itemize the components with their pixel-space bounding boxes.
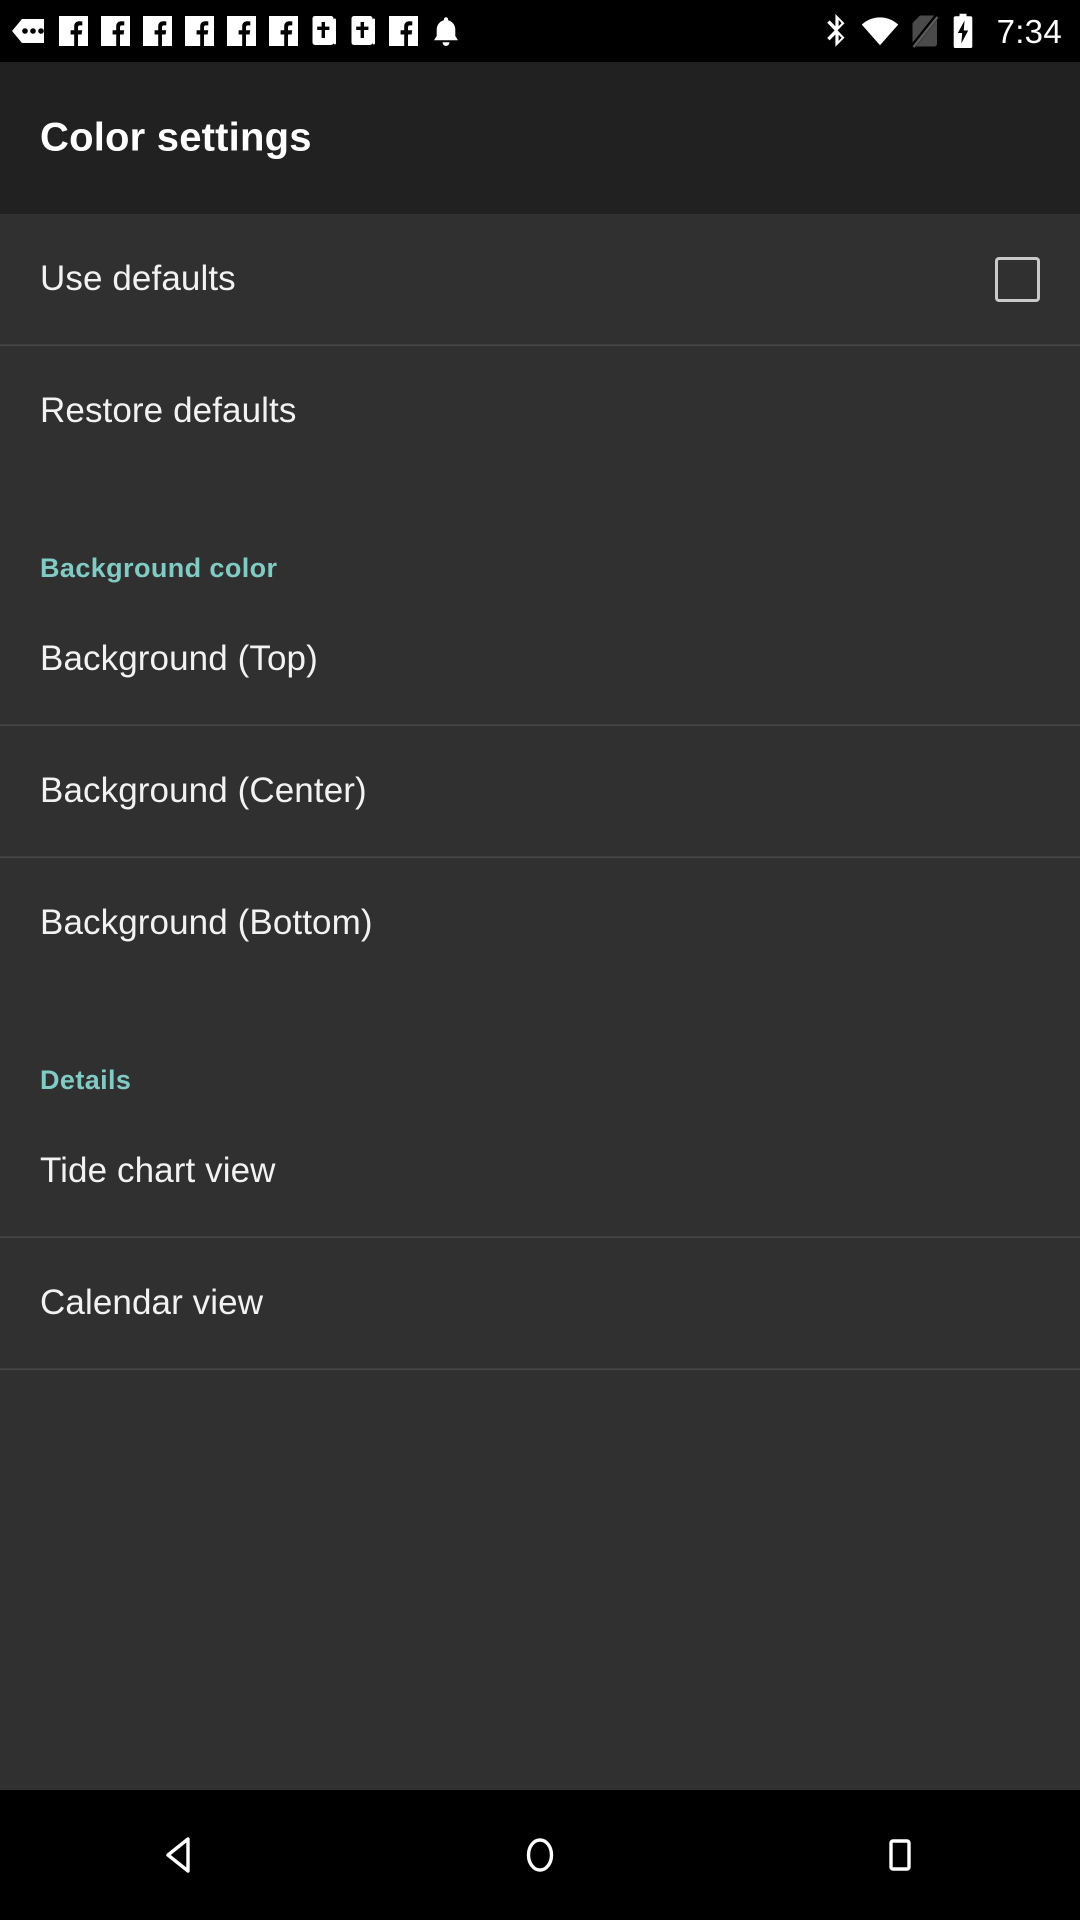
status-bar: 7:34 — [0, 0, 1080, 62]
facebook-icon — [143, 16, 172, 46]
battery-charging-icon — [953, 13, 972, 49]
section-header-details: Details — [0, 988, 1080, 1106]
list-item-label: Tide chart view — [40, 1151, 276, 1190]
list-divider — [0, 1368, 1080, 1370]
facebook-icon — [59, 16, 88, 46]
section-header-background-color: Background color — [0, 476, 1080, 594]
page-title: Color settings — [40, 115, 312, 160]
back-icon — [166, 1837, 190, 1873]
navigation-bar — [0, 1790, 1080, 1920]
back-button[interactable] — [0, 1832, 360, 1878]
list-item-use-defaults[interactable]: Use defaults — [0, 214, 1080, 344]
list-item-background-top[interactable]: Background (Top) — [0, 594, 1080, 724]
list-item-label: Background (Center) — [40, 771, 367, 810]
bible-icon — [351, 16, 375, 45]
list-item-label: Use defaults — [40, 259, 236, 298]
settings-screen: 7:34 Color settings Use defaults Restore … — [0, 0, 1080, 1920]
list-item-label: Restore defaults — [40, 391, 297, 430]
bluetooth-icon — [826, 14, 845, 47]
recents-button[interactable] — [720, 1832, 1080, 1878]
list-item-label: Background (Bottom) — [40, 903, 373, 942]
list-item-restore-defaults[interactable]: Restore defaults — [0, 346, 1080, 476]
facebook-icon — [101, 16, 130, 46]
bell-icon — [434, 16, 458, 46]
facebook-icon — [389, 16, 418, 46]
home-button[interactable] — [360, 1832, 720, 1878]
settings-list: Use defaults Restore defaults Background c… — [0, 214, 1080, 1790]
system-status-icons: 7:34 — [823, 13, 1062, 49]
status-bar-clock: 7:34 — [996, 12, 1062, 50]
list-item-tide-chart-view[interactable]: Tide chart view — [0, 1106, 1080, 1236]
list-item-label: Calendar view — [40, 1283, 264, 1322]
facebook-icon — [227, 16, 256, 46]
no-sim-icon — [910, 14, 939, 48]
bible-icon — [312, 16, 336, 45]
section-header-label: Background color — [40, 553, 278, 583]
list-item-label: Background (Top) — [40, 639, 318, 678]
notification-icons — [10, 15, 823, 48]
list-item-background-center[interactable]: Background (Center) — [0, 726, 1080, 856]
list-item-calendar-view[interactable]: Calendar view — [0, 1238, 1080, 1368]
home-icon — [526, 1838, 554, 1872]
app-header: Color settings — [0, 62, 1080, 214]
recents-icon — [889, 1839, 911, 1871]
facebook-icon — [269, 16, 298, 46]
checkbox-use-defaults[interactable] — [995, 256, 1040, 302]
more-notifications-icon — [12, 19, 44, 43]
list-item-background-bottom[interactable]: Background (Bottom) — [0, 858, 1080, 988]
wifi-icon — [861, 17, 898, 46]
facebook-icon — [185, 16, 214, 46]
section-header-label: Details — [40, 1065, 132, 1095]
